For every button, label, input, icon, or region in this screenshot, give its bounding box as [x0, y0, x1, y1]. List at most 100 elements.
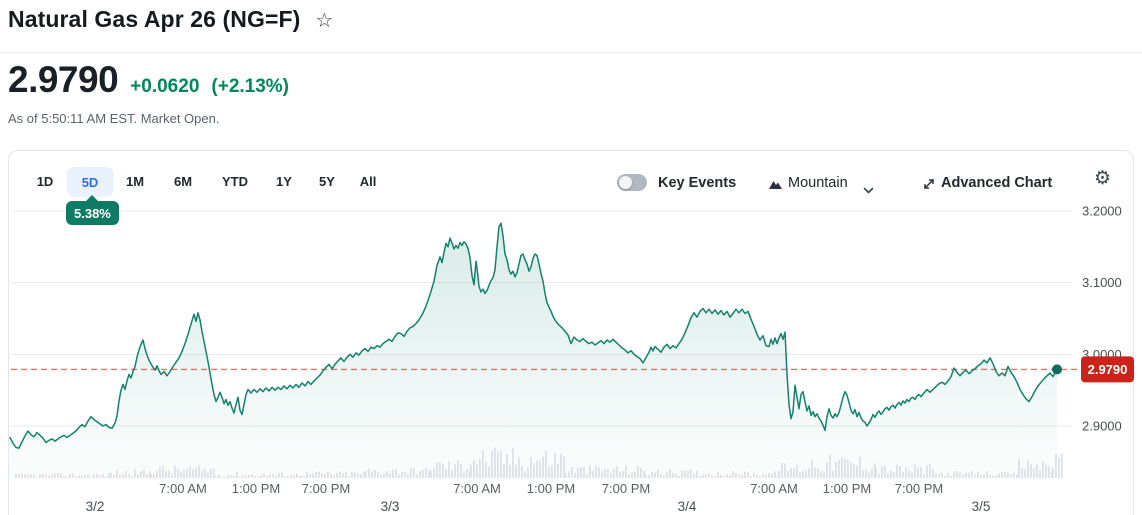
volume-bar: [416, 474, 418, 478]
volume-bar: [820, 471, 822, 478]
volume-bar: [451, 469, 453, 478]
volume-bar: [871, 468, 873, 478]
x-axis-date-label: 3/5: [972, 499, 991, 514]
volume-bar: [428, 470, 430, 478]
volume-bar: [108, 473, 110, 478]
volume-bar: [1027, 460, 1029, 478]
volume-bar: [386, 470, 388, 478]
volume-bar: [881, 466, 883, 478]
x-axis-time-label: 1:00 PM: [232, 481, 280, 496]
badge-caret-icon: [86, 195, 99, 201]
volume-bar: [878, 473, 880, 478]
volume-bar: [128, 474, 130, 478]
volume-bar: [333, 474, 335, 478]
volume-bar: [1039, 470, 1041, 478]
volume-bar: [968, 472, 970, 478]
volume-bar: [781, 462, 783, 478]
volume-bar: [986, 471, 988, 478]
volume-bar: [42, 473, 44, 478]
volume-bar: [171, 473, 173, 478]
volume-bar: [30, 474, 32, 478]
current-price-badge-label: 2.9790: [1088, 362, 1128, 377]
volume-bar: [159, 467, 161, 478]
volume-bar: [156, 470, 158, 478]
volume-bar: [533, 463, 535, 478]
volume-bar: [768, 473, 770, 478]
volume-bar: [515, 464, 517, 478]
volume-bar: [150, 474, 152, 478]
volume-bar: [312, 473, 314, 478]
volume-bar: [96, 473, 98, 478]
volume-bar: [383, 473, 385, 478]
x-axis-date-label: 3/3: [381, 499, 400, 514]
volume-bar: [442, 464, 444, 478]
volume-bar: [808, 467, 810, 478]
volume-bar: [357, 473, 359, 478]
volume-bar: [787, 471, 789, 478]
volume-bar: [672, 473, 674, 478]
volume-bar: [324, 473, 326, 478]
volume-bar: [1007, 472, 1009, 478]
volume-bar: [947, 472, 949, 478]
volume-bar: [180, 471, 182, 478]
volume-bar: [491, 451, 493, 478]
x-axis-date-label: 3/2: [86, 499, 105, 514]
volume-bar: [917, 468, 919, 478]
volume-bar: [195, 467, 197, 478]
volume-bar: [398, 474, 400, 478]
volume-bar: [503, 463, 505, 478]
volume-bar: [1030, 464, 1032, 478]
volume-bar: [318, 471, 320, 478]
volume-bar: [460, 463, 462, 478]
volume-bar: [201, 470, 203, 478]
volume-bar: [404, 472, 406, 478]
volume-bar: [33, 474, 35, 478]
volume-bar: [137, 474, 139, 478]
volume-bar: [198, 465, 200, 478]
volume-bar: [119, 474, 121, 478]
volume-bar: [407, 473, 409, 478]
volume-bar: [512, 447, 514, 478]
volume-bar: [473, 460, 475, 478]
volume-bar: [419, 471, 421, 478]
volume-bar: [902, 471, 904, 478]
volume-bar: [657, 469, 659, 478]
volume-bar: [793, 468, 795, 478]
volume-bar: [162, 466, 164, 478]
volume-bar: [601, 471, 603, 478]
volume-bar: [774, 471, 776, 478]
volume-bar: [568, 471, 570, 478]
volume-bar: [445, 469, 447, 478]
volume-bar: [275, 474, 277, 478]
volume-bar: [714, 475, 716, 478]
volume-bar: [853, 464, 855, 478]
volume-bar: [905, 467, 907, 478]
volume-bar: [759, 475, 761, 478]
volume-bar: [1024, 469, 1026, 478]
volume-bar: [980, 475, 982, 478]
volume-bar: [266, 475, 268, 478]
volume-bar: [1021, 468, 1023, 478]
volume-bar: [90, 476, 92, 478]
volume-bar: [380, 474, 382, 478]
volume-bar: [971, 471, 973, 478]
favorite-star-icon[interactable]: ☆: [315, 9, 333, 31]
volume-bar: [637, 465, 639, 478]
volume-bar: [557, 463, 559, 478]
volume-bar: [45, 474, 47, 478]
volume-bar: [645, 474, 647, 478]
volume-bar: [926, 465, 928, 478]
volume-bar: [681, 469, 683, 478]
volume-bar: [342, 473, 344, 478]
volume-bar: [896, 464, 898, 478]
volume-bar: [236, 472, 238, 478]
volume-bar: [218, 474, 220, 478]
volume-bar: [290, 475, 292, 478]
x-axis-time-label: 7:00 PM: [895, 481, 943, 496]
volume-bar: [479, 458, 481, 478]
volume-bar: [720, 474, 722, 478]
volume-bar: [847, 459, 849, 478]
volume-bar: [1033, 468, 1035, 478]
quote-header: Natural Gas Apr 26 (NG=F) ☆: [8, 6, 333, 33]
volume-bar: [463, 471, 465, 478]
